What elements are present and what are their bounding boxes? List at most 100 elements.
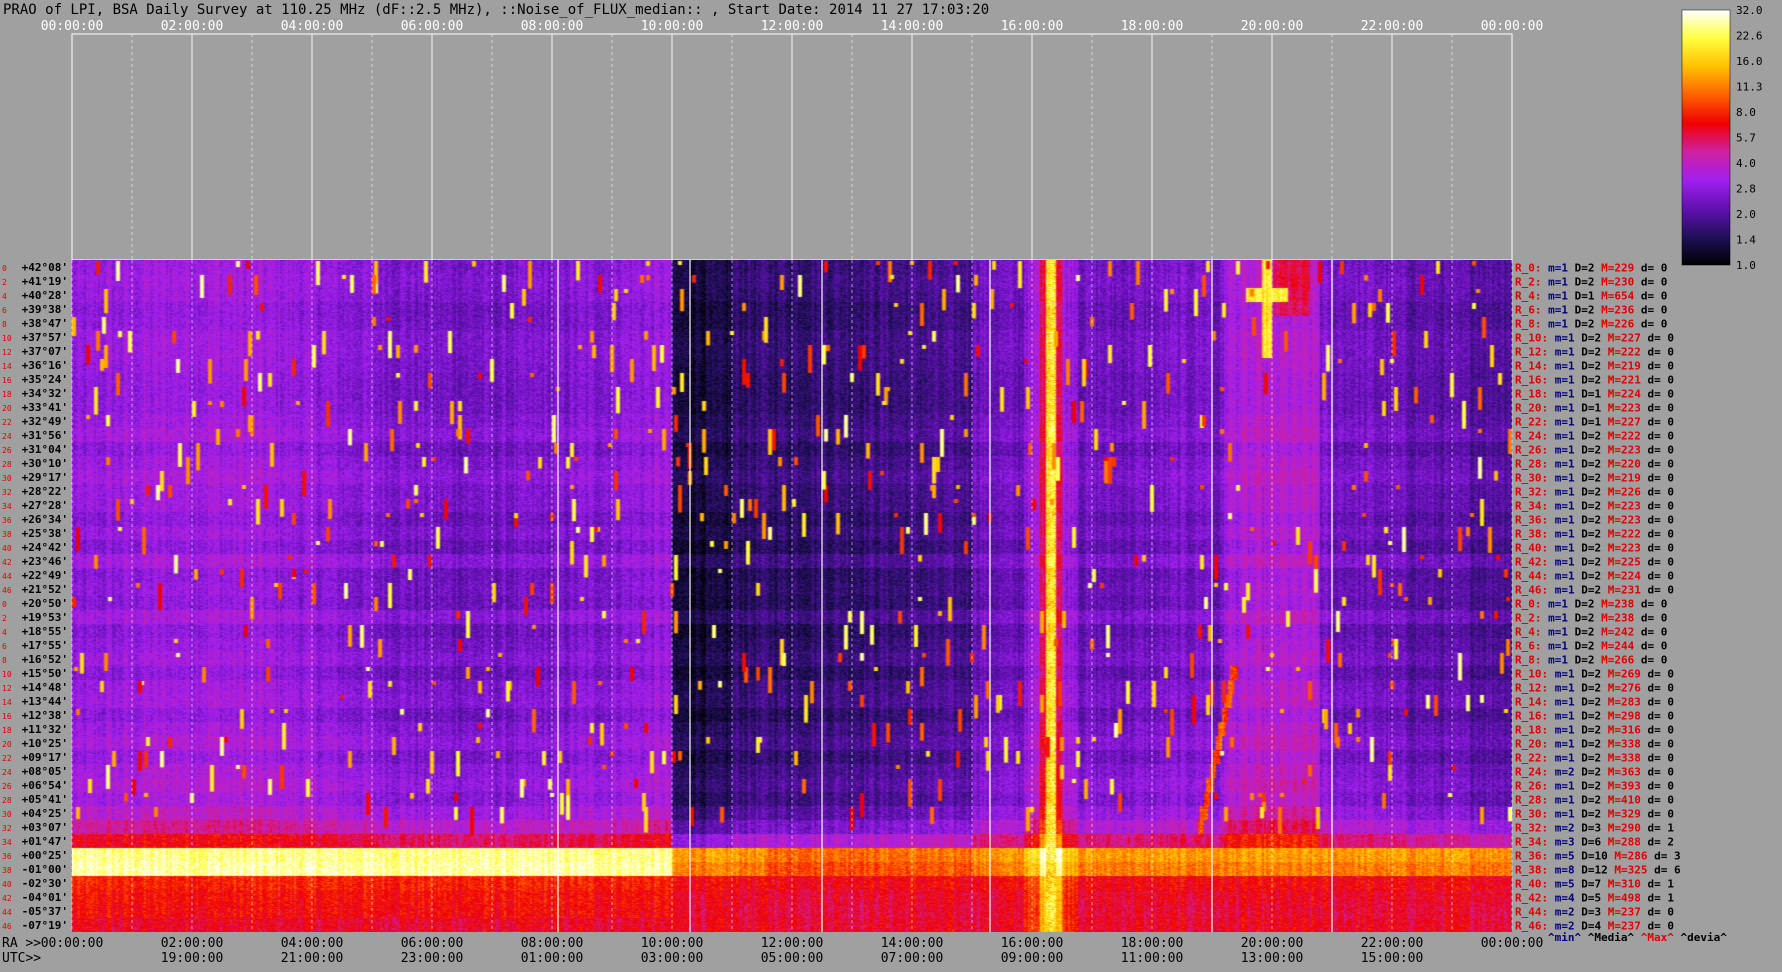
declination-label: +20°50' [22, 597, 68, 610]
stats-row: R_28: m=1 D=2 M=410 d= 0 [1515, 793, 1674, 806]
declination-label: +35°24' [22, 373, 68, 386]
row-index-label: 34 [2, 502, 12, 511]
stats-field: D=2 [1575, 583, 1602, 596]
stats-field: R_26: [1515, 779, 1548, 792]
stats-field: d= 0 [1641, 541, 1674, 554]
stats-field: R_36: [1515, 849, 1548, 862]
top-tick-label: 06:00:00 [401, 19, 464, 34]
stats-row: R_42: m=4 D=5 M=498 d= 1 [1515, 891, 1674, 904]
row-index-label: 40 [2, 544, 12, 553]
stats-field: D=2 [1568, 597, 1595, 610]
declination-label: -07°19' [22, 919, 68, 932]
stats-field: d= 0 [1641, 583, 1674, 596]
stats-row: R_0: m=1 D=2 M=238 d= 0 [1515, 597, 1667, 610]
stats-row: R_6: m=1 D=2 M=244 d= 0 [1515, 639, 1667, 652]
row-index-label: 8 [2, 656, 7, 665]
utc-axis-prefix: UTC>> [2, 951, 41, 966]
stats-field: R_18: [1515, 387, 1548, 400]
stats-field: m=1 [1548, 485, 1575, 498]
stats-field: M=223 [1601, 443, 1641, 456]
bottom-utc-tick: 19:00:00 [161, 951, 224, 966]
stats-field: D=2 [1575, 779, 1602, 792]
colorbar-tick: 1.0 [1736, 259, 1756, 272]
stats-row: R_36: m=1 D=2 M=223 d= 0 [1515, 513, 1674, 526]
stats-field: R_46: [1515, 583, 1548, 596]
stats-row: R_18: m=1 D=2 M=316 d= 0 [1515, 723, 1674, 736]
stats-field: m=1 [1548, 583, 1575, 596]
stats-field: M=269 [1601, 667, 1641, 680]
stats-field: d= 0 [1634, 597, 1667, 610]
declination-label: -04°01' [22, 891, 68, 904]
stats-field: M=224 [1601, 387, 1641, 400]
row-index-label: 32 [2, 824, 12, 833]
top-tick-label: 10:00:00 [641, 19, 704, 34]
stats-field: R_2: [1515, 611, 1542, 624]
stats-field: R_14: [1515, 695, 1548, 708]
stats-field: m=1 [1548, 555, 1575, 568]
stats-field: d= 0 [1641, 793, 1674, 806]
stats-row: R_8: m=1 D=2 M=226 d= 0 [1515, 317, 1667, 330]
stats-row: R_12: m=1 D=2 M=222 d= 0 [1515, 345, 1674, 358]
colorbar-tick: 4.0 [1736, 157, 1756, 170]
row-index-label: 2 [2, 278, 7, 287]
stats-row: R_14: m=1 D=2 M=283 d= 0 [1515, 695, 1674, 708]
stats-field: D=2 [1575, 359, 1602, 372]
bottom-utc-tick: 07:00:00 [881, 951, 944, 966]
stats-field: R_28: [1515, 793, 1548, 806]
declination-label: +25°38' [22, 527, 68, 540]
stats-field: m=1 [1542, 289, 1569, 302]
declination-label: +38°47' [22, 317, 68, 330]
stats-field: M=498 [1601, 891, 1641, 904]
stats-field: M=222 [1601, 527, 1641, 540]
stats-row: R_22: m=1 D=2 M=338 d= 0 [1515, 751, 1674, 764]
stats-row: R_22: m=1 D=1 M=227 d= 0 [1515, 415, 1674, 428]
stats-field: R_44: [1515, 569, 1548, 582]
bottom-utc-tick: 15:00:00 [1361, 951, 1424, 966]
stats-field: R_12: [1515, 345, 1548, 358]
bottom-ra-tick: 00:00:00 [41, 936, 104, 951]
row-index-label: 46 [2, 586, 12, 595]
stats-field: M=224 [1601, 569, 1641, 582]
stats-field: m=1 [1548, 331, 1575, 344]
legend-key: ^Media^ [1581, 931, 1634, 944]
stats-field: R_40: [1515, 541, 1548, 554]
declination-label: +08°05' [22, 765, 68, 778]
row-index-label: 28 [2, 796, 12, 805]
declination-label: +29°17' [22, 471, 68, 484]
row-index-label: 8 [2, 320, 7, 329]
declination-label: +03°07' [22, 821, 68, 834]
declination-label: +04°25' [22, 807, 68, 820]
stats-field: d= 0 [1641, 331, 1674, 344]
stats-field: M=229 [1595, 261, 1635, 274]
stats-field: m=8 [1548, 863, 1575, 876]
stats-row: R_24: m=2 D=2 M=363 d= 0 [1515, 765, 1674, 778]
bottom-ra-tick: 22:00:00 [1361, 936, 1424, 951]
stats-field: R_36: [1515, 513, 1548, 526]
stats-field: R_10: [1515, 331, 1548, 344]
declination-label: +34°32' [22, 387, 68, 400]
stats-field: D=2 [1575, 681, 1602, 694]
stats-field: D=2 [1575, 709, 1602, 722]
stats-field: m=1 [1548, 709, 1575, 722]
stats-field: M=283 [1601, 695, 1641, 708]
row-index-label: 30 [2, 810, 12, 819]
stats-field: m=1 [1548, 541, 1575, 554]
row-index-label: 10 [2, 670, 12, 679]
declination-label: +42°08' [22, 261, 68, 274]
stats-field: M=238 [1595, 611, 1635, 624]
stats-field: D=1 [1575, 415, 1602, 428]
stats-row: R_36: m=5 D=10 M=286 d= 3 [1515, 849, 1681, 862]
stats-field: M=223 [1601, 513, 1641, 526]
stats-field: D=2 [1575, 737, 1602, 750]
declination-label: +09°17' [22, 751, 68, 764]
ra-axis-prefix: RA >> [2, 936, 41, 951]
stats-field: d= 0 [1641, 429, 1674, 442]
stats-field: m=1 [1542, 275, 1569, 288]
stats-field: d= 0 [1641, 695, 1674, 708]
declination-label: -01°00' [22, 863, 68, 876]
stats-field: R_16: [1515, 373, 1548, 386]
stats-field: M=286 [1608, 849, 1648, 862]
stats-field: d= 0 [1641, 359, 1674, 372]
stats-row: R_20: m=1 D=2 M=338 d= 0 [1515, 737, 1674, 750]
stats-field: M=231 [1601, 583, 1641, 596]
